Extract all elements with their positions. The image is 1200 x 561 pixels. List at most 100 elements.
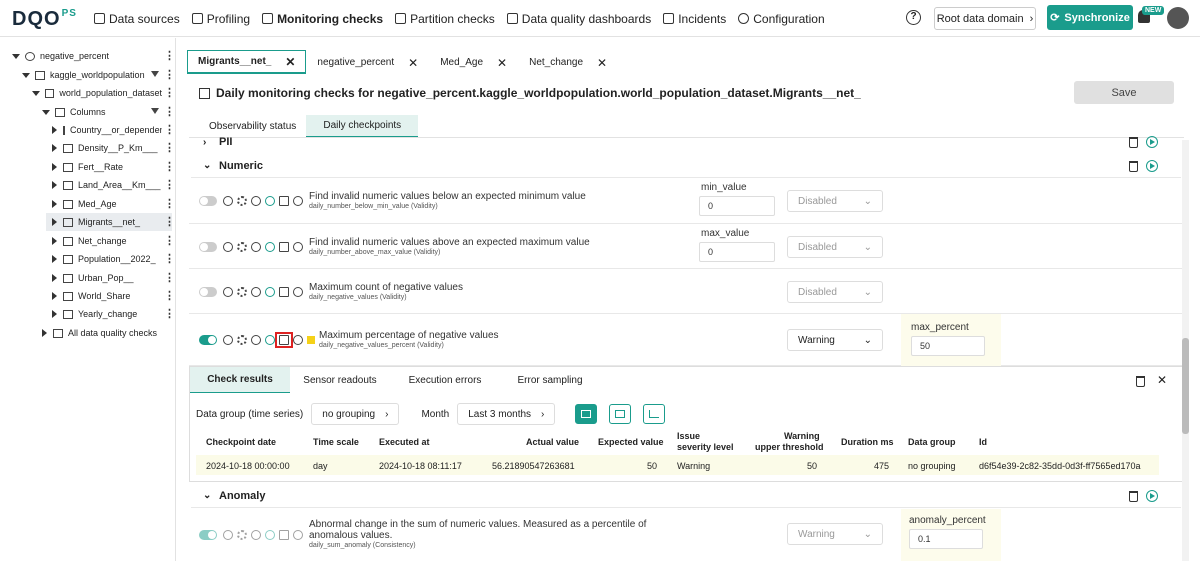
tree-column-item-selected[interactable]: Migrants__net_ bbox=[46, 213, 172, 231]
filter-icon[interactable] bbox=[151, 108, 159, 114]
gear-icon[interactable] bbox=[237, 242, 247, 252]
nav-monitoring-checks[interactable]: Monitoring checks bbox=[256, 0, 389, 37]
gear-icon[interactable] bbox=[237, 287, 247, 297]
trash-icon[interactable] bbox=[1129, 491, 1138, 502]
tree-connection[interactable]: negative_percent bbox=[12, 47, 162, 65]
record-icon[interactable] bbox=[223, 287, 233, 297]
nav-profiling[interactable]: Profiling bbox=[186, 0, 256, 37]
tree-column-item[interactable]: Population__2022_ bbox=[52, 250, 162, 268]
info-icon[interactable] bbox=[293, 196, 303, 206]
section-pii[interactable]: › PII bbox=[191, 130, 1181, 154]
info-icon[interactable] bbox=[293, 242, 303, 252]
close-icon[interactable]: ✕ bbox=[597, 56, 607, 70]
section-numeric[interactable]: ⌄ Numeric bbox=[191, 154, 1181, 178]
gear-icon[interactable] bbox=[237, 530, 247, 540]
results-icon[interactable] bbox=[279, 287, 289, 297]
check-toggle[interactable] bbox=[199, 287, 217, 297]
close-icon[interactable]: ✕ bbox=[497, 56, 507, 70]
tree-column-item[interactable]: Density__P_Km___ bbox=[52, 139, 162, 157]
record-icon[interactable] bbox=[223, 335, 233, 345]
results-icon[interactable] bbox=[279, 196, 289, 206]
info-icon[interactable] bbox=[293, 287, 303, 297]
clock-icon[interactable] bbox=[251, 196, 261, 206]
results-icon[interactable] bbox=[279, 530, 289, 540]
data-domain-button[interactable]: Root data domain › bbox=[934, 7, 1036, 30]
tree-columns[interactable]: Columns bbox=[42, 103, 162, 121]
kebab-icon[interactable]: ⋮ bbox=[164, 289, 175, 302]
kebab-icon[interactable]: ⋮ bbox=[164, 160, 175, 173]
run-icon[interactable] bbox=[265, 530, 275, 540]
run-icon[interactable] bbox=[265, 196, 275, 206]
clock-icon[interactable] bbox=[251, 287, 261, 297]
kebab-icon[interactable]: ⋮ bbox=[164, 307, 175, 320]
record-icon[interactable] bbox=[223, 196, 233, 206]
kebab-icon[interactable]: ⋮ bbox=[164, 215, 175, 228]
clock-icon[interactable] bbox=[251, 242, 261, 252]
clock-icon[interactable] bbox=[251, 335, 261, 345]
max-percent-input[interactable]: 50 bbox=[911, 336, 985, 356]
chart-view-button[interactable] bbox=[643, 404, 666, 424]
nav-incidents[interactable]: Incidents bbox=[657, 0, 732, 37]
kebab-icon[interactable]: ⋮ bbox=[164, 68, 175, 81]
close-icon[interactable]: ✕ bbox=[285, 55, 295, 69]
severity-select[interactable]: Disabled ⌄ bbox=[787, 236, 883, 258]
info-icon[interactable] bbox=[293, 530, 303, 540]
help-icon[interactable]: ? bbox=[906, 10, 921, 25]
tab-negative-percent[interactable]: negative_percent ✕ bbox=[306, 50, 429, 74]
run-icon[interactable] bbox=[265, 335, 275, 345]
gear-icon[interactable] bbox=[237, 196, 247, 206]
tab-med-age[interactable]: Med_Age ✕ bbox=[429, 50, 518, 74]
tree-column-item[interactable]: Country__or_dependency bbox=[52, 121, 162, 139]
scrollbar[interactable] bbox=[1182, 140, 1189, 561]
tree-table[interactable]: world_population_dataset bbox=[32, 84, 162, 102]
info-icon[interactable] bbox=[293, 335, 303, 345]
results-icon[interactable] bbox=[279, 242, 289, 252]
tab-migrants-net[interactable]: Migrants__net_ ✕ bbox=[187, 50, 307, 74]
dqops-logo[interactable]: DQOPS bbox=[12, 8, 77, 31]
grid-view-button[interactable] bbox=[609, 404, 632, 424]
check-toggle[interactable] bbox=[199, 242, 217, 252]
tab-execution-errors[interactable]: Execution errors bbox=[390, 367, 500, 393]
nav-dashboards[interactable]: Data quality dashboards bbox=[501, 0, 657, 37]
tab-net-change[interactable]: Net_change ✕ bbox=[518, 50, 618, 74]
table-view-button[interactable] bbox=[575, 404, 598, 424]
clock-icon[interactable] bbox=[251, 530, 261, 540]
synchronize-button[interactable]: ⟳ Synchronize bbox=[1047, 5, 1133, 30]
check-toggle[interactable] bbox=[199, 196, 217, 206]
save-button[interactable]: Save bbox=[1074, 81, 1174, 104]
kebab-icon[interactable]: ⋮ bbox=[164, 178, 175, 191]
check-toggle[interactable] bbox=[199, 530, 217, 540]
tree-column-item[interactable]: Yearly_change bbox=[52, 305, 162, 323]
severity-select[interactable]: Warning ⌄ bbox=[787, 329, 883, 351]
tab-check-results[interactable]: Check results bbox=[190, 367, 290, 393]
max-value-input[interactable]: 0 bbox=[699, 242, 775, 262]
nav-partition-checks[interactable]: Partition checks bbox=[389, 0, 501, 37]
kebab-icon[interactable]: ⋮ bbox=[164, 234, 175, 247]
kebab-icon[interactable]: ⋮ bbox=[164, 49, 175, 62]
record-icon[interactable] bbox=[223, 530, 233, 540]
kebab-icon[interactable]: ⋮ bbox=[164, 141, 175, 154]
run-icon[interactable] bbox=[1146, 490, 1158, 502]
nav-configuration[interactable]: Configuration bbox=[732, 0, 830, 37]
kebab-icon[interactable]: ⋮ bbox=[164, 271, 175, 284]
data-group-select[interactable]: no grouping › bbox=[311, 403, 400, 425]
run-icon[interactable] bbox=[1146, 136, 1158, 148]
tree-column-item[interactable]: Med_Age bbox=[52, 195, 162, 213]
min-value-input[interactable]: 0 bbox=[699, 196, 775, 216]
kebab-icon[interactable]: ⋮ bbox=[164, 197, 175, 210]
tree-column-item[interactable]: Net_change bbox=[52, 232, 162, 250]
tree-column-item[interactable]: Fert__Rate bbox=[52, 158, 162, 176]
trash-icon[interactable] bbox=[1136, 376, 1145, 387]
severity-select[interactable]: Disabled ⌄ bbox=[787, 190, 883, 212]
tree-all-checks[interactable]: All data quality checks bbox=[42, 324, 162, 342]
close-icon[interactable]: ✕ bbox=[1157, 373, 1167, 387]
trash-icon[interactable] bbox=[1129, 137, 1138, 148]
tree-column-item[interactable]: Urban_Pop__ bbox=[52, 269, 162, 287]
section-anomaly[interactable]: ⌄ Anomaly bbox=[191, 484, 1181, 508]
scrollbar-thumb[interactable] bbox=[1182, 338, 1189, 434]
tab-error-sampling[interactable]: Error sampling bbox=[500, 367, 600, 393]
kebab-icon[interactable]: ⋮ bbox=[164, 86, 175, 99]
anomaly-percent-input[interactable]: 0.1 bbox=[909, 529, 983, 549]
tree-column-item[interactable]: World_Share bbox=[52, 287, 162, 305]
severity-select[interactable]: Disabled ⌄ bbox=[787, 281, 883, 303]
